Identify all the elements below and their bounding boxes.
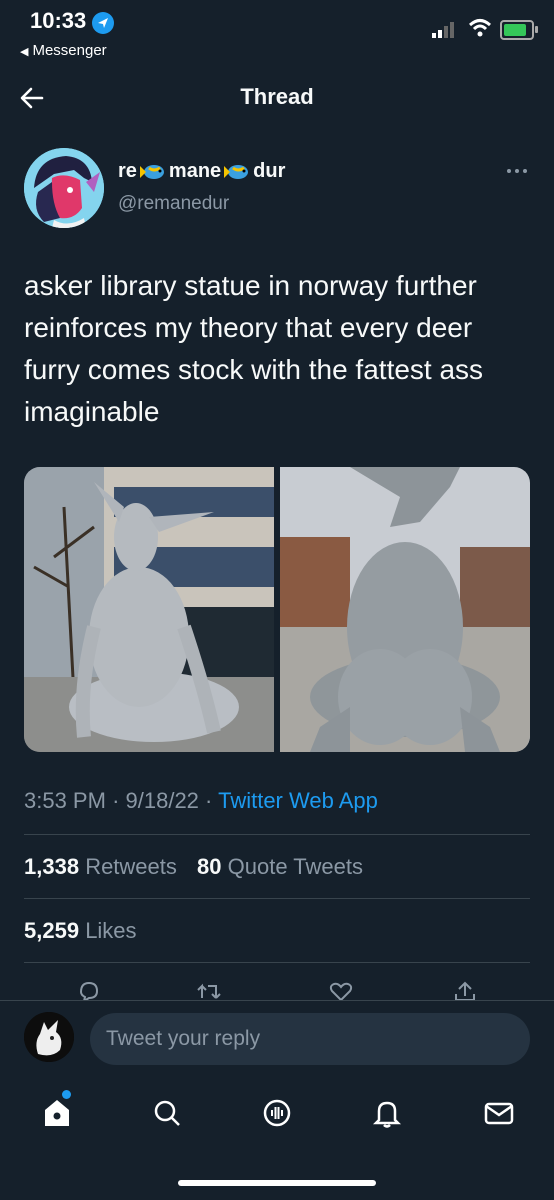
divider — [24, 834, 530, 835]
tweet-date: 9/18/22 — [125, 788, 199, 813]
likes-stats[interactable]: 5,259 Likes — [24, 918, 137, 944]
tweet-text: asker library statue in norway further r… — [24, 270, 484, 427]
author-display-name[interactable]: re mane dur — [118, 160, 285, 183]
back-triangle-icon: ◀ — [20, 46, 29, 58]
home-icon[interactable] — [40, 1096, 74, 1130]
retweet-stats: 1,338 Retweets 80 Quote Tweets — [24, 854, 363, 880]
status-time: 10:33 — [30, 8, 87, 33]
tweet-time: 3:53 PM — [24, 788, 106, 813]
tweet-meta: 3:53 PM · 9/18/22 · Twitter Web App — [24, 788, 378, 814]
separator: · — [205, 788, 213, 813]
reply-input[interactable]: Tweet your reply — [90, 1013, 530, 1065]
back-to-app-link[interactable]: ◀ Messenger — [20, 42, 107, 59]
separator: · — [112, 788, 120, 813]
home-indicator — [178, 1180, 376, 1186]
tweet-source-link[interactable]: Twitter Web App — [218, 788, 378, 813]
quotes-count: 80 — [197, 854, 222, 879]
retweet-icon[interactable] — [196, 980, 222, 1002]
notifications-icon[interactable] — [370, 1096, 404, 1130]
author-avatar[interactable] — [24, 148, 104, 228]
likes-count: 5,259 — [24, 918, 80, 943]
fish-emoji-icon — [139, 164, 164, 179]
name-part: dur — [253, 160, 286, 182]
quotes-link[interactable]: 80 Quote Tweets — [197, 854, 363, 879]
fish-emoji-icon — [224, 164, 249, 179]
spaces-icon[interactable] — [260, 1096, 294, 1130]
quotes-label: Quote Tweets — [227, 854, 363, 879]
divider — [24, 898, 530, 899]
name-part: re — [118, 160, 137, 182]
location-icon — [92, 12, 114, 34]
share-icon[interactable] — [452, 980, 478, 1002]
likes-label: Likes — [85, 918, 137, 943]
statue-back-photo[interactable] — [280, 467, 530, 752]
messages-icon[interactable] — [482, 1096, 516, 1130]
battery-icon — [500, 20, 538, 40]
retweets-link[interactable]: 1,338 Retweets — [24, 854, 177, 879]
home-notification-dot — [62, 1090, 71, 1099]
signal-icon — [432, 22, 454, 38]
reply-icon[interactable] — [76, 980, 102, 1002]
search-icon[interactable] — [150, 1096, 184, 1130]
retweets-count: 1,338 — [24, 854, 80, 879]
user-avatar[interactable] — [24, 1012, 74, 1062]
like-icon[interactable] — [328, 980, 354, 1002]
more-icon[interactable] — [505, 165, 529, 177]
divider — [24, 962, 530, 963]
back-app-label: Messenger — [32, 42, 107, 59]
retweets-label: Retweets — [85, 854, 177, 879]
author-handle[interactable]: @remanedur — [118, 193, 229, 215]
tweet-media[interactable] — [24, 467, 530, 752]
wifi-icon — [468, 19, 492, 37]
statue-front-photo[interactable] — [24, 467, 274, 752]
page-title: Thread — [240, 84, 314, 109]
name-part: mane — [168, 160, 222, 182]
